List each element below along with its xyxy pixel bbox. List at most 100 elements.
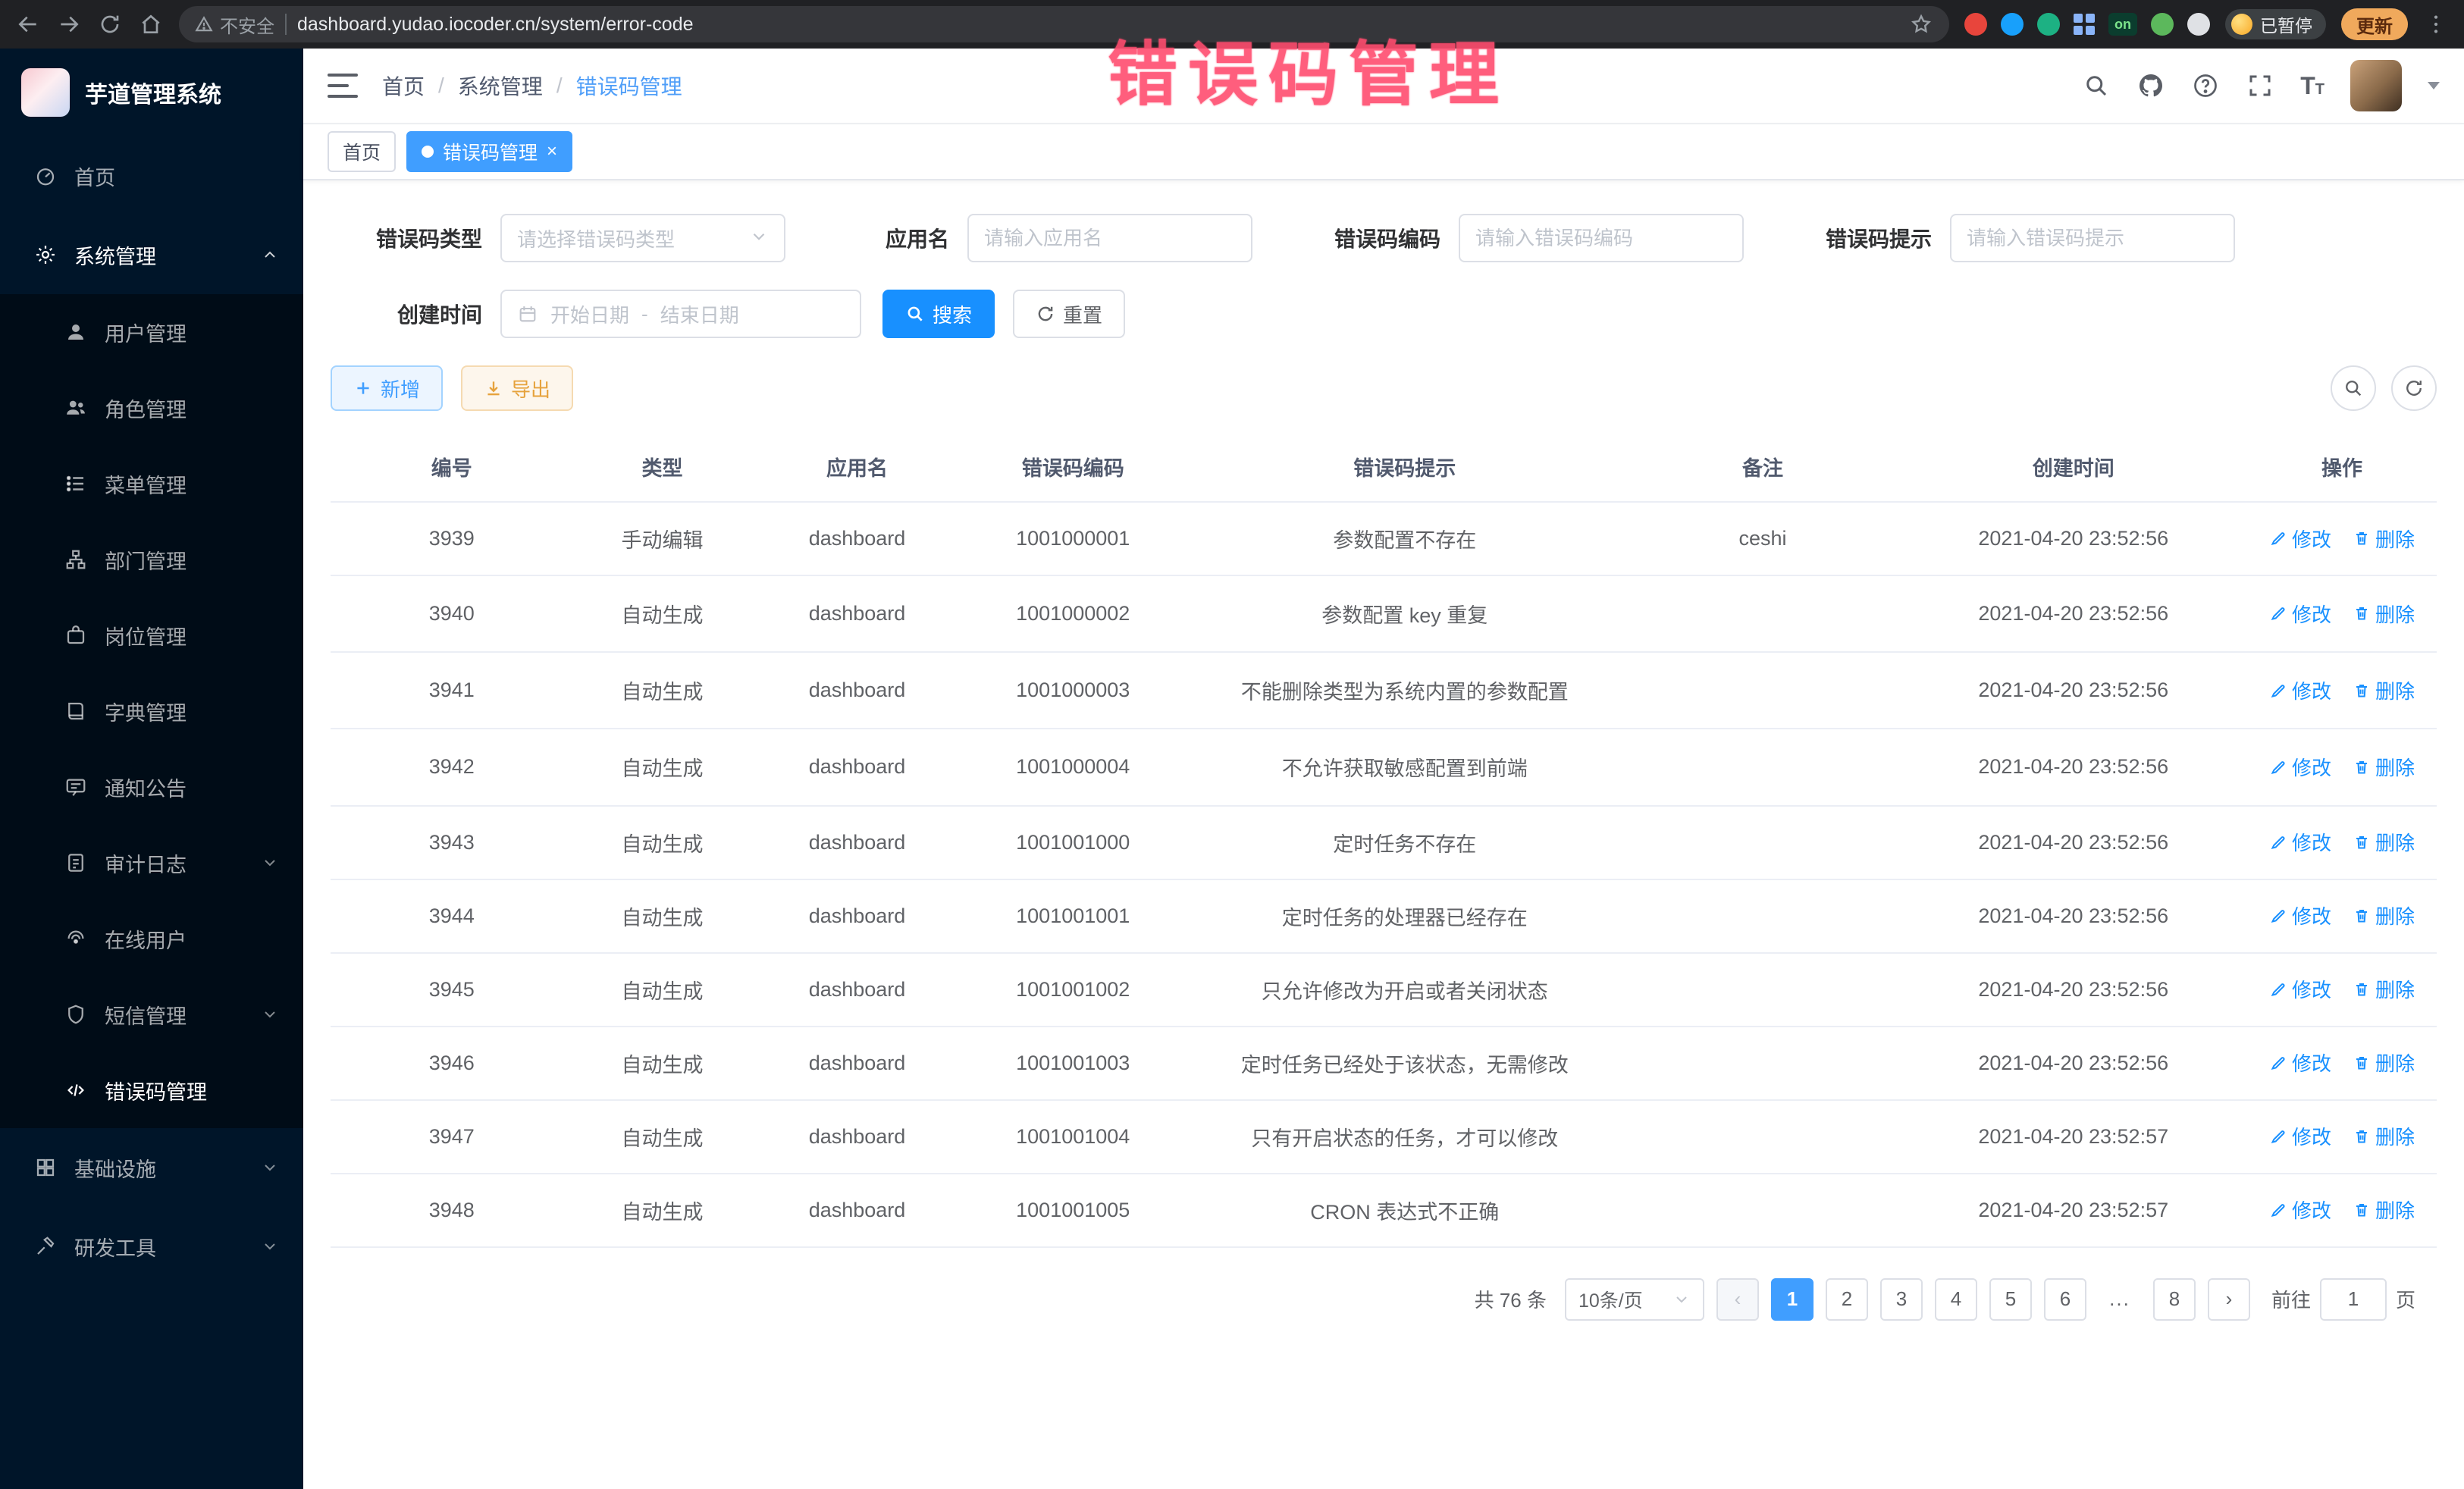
github-icon[interactable]	[2136, 71, 2165, 100]
app-name-input[interactable]	[967, 214, 1252, 262]
sidebar-item-notices[interactable]: 通知公告	[0, 749, 303, 825]
error-hint-input[interactable]	[1950, 214, 2235, 262]
fullscreen-icon[interactable]	[2246, 71, 2274, 100]
edit-link[interactable]: 修改	[2269, 1196, 2331, 1224]
back-icon[interactable]	[15, 11, 41, 37]
edit-link[interactable]: 修改	[2269, 975, 2331, 1003]
delete-link[interactable]: 删除	[2353, 1049, 2415, 1077]
extension-icon[interactable]	[2187, 13, 2210, 36]
error-code-input[interactable]	[1459, 214, 1744, 262]
delete-link[interactable]: 删除	[2353, 901, 2415, 929]
reset-button[interactable]: 重置	[1013, 290, 1125, 338]
page-button-8[interactable]: 8	[2153, 1278, 2196, 1321]
edit-link[interactable]: 修改	[2269, 828, 2331, 856]
search-icon[interactable]	[2082, 71, 2111, 100]
sidebar-collapse-icon[interactable]	[328, 74, 358, 98]
forward-icon[interactable]	[56, 11, 82, 37]
trash-icon	[2353, 907, 2371, 925]
font-size-icon[interactable]: TT	[2300, 72, 2324, 100]
error-type-select[interactable]: 请选择错误码类型	[500, 214, 785, 262]
edit-link[interactable]: 修改	[2269, 1122, 2331, 1150]
bookmark-star-icon[interactable]	[1908, 11, 1934, 37]
refresh-table-button[interactable]	[2391, 365, 2437, 411]
help-icon[interactable]	[2191, 71, 2220, 100]
edit-link[interactable]: 修改	[2269, 525, 2331, 553]
delete-link[interactable]: 删除	[2353, 753, 2415, 781]
delete-link[interactable]: 删除	[2353, 1122, 2415, 1150]
tab-home[interactable]: 首页	[328, 131, 396, 172]
extension-icon[interactable]	[2151, 13, 2174, 36]
search-button[interactable]: 搜索	[882, 290, 995, 338]
delete-link[interactable]: 删除	[2353, 525, 2415, 553]
page-button-6[interactable]: 6	[2044, 1278, 2086, 1321]
sidebar-item-menus[interactable]: 菜单管理	[0, 446, 303, 522]
cell-code: 1001001004	[1016, 1125, 1130, 1148]
prev-page-button[interactable]: ‹	[1716, 1278, 1759, 1321]
edit-link[interactable]: 修改	[2269, 901, 2331, 929]
page-button-4[interactable]: 4	[1935, 1278, 1977, 1321]
sidebar-item-sms[interactable]: 短信管理	[0, 976, 303, 1052]
more-pages-icon[interactable]: ...	[2099, 1278, 2141, 1321]
delete-link[interactable]: 删除	[2353, 975, 2415, 1003]
search-icon	[2343, 378, 2364, 399]
sidebar-item-audit-log[interactable]: 审计日志	[0, 825, 303, 901]
page-button-5[interactable]: 5	[1989, 1278, 2032, 1321]
sidebar-item-dictionary[interactable]: 字典管理	[0, 673, 303, 749]
sidebar-item-roles[interactable]: 角色管理	[0, 370, 303, 446]
sidebar-item-error-code[interactable]: 错误码管理	[0, 1052, 303, 1128]
logo[interactable]: 芋道管理系统	[0, 49, 303, 136]
goto-page-input[interactable]	[2320, 1278, 2387, 1321]
delete-link[interactable]: 删除	[2353, 676, 2415, 704]
edit-link[interactable]: 修改	[2269, 753, 2331, 781]
sidebar-item-infrastructure[interactable]: 基础设施	[0, 1128, 303, 1207]
sidebar-item-posts[interactable]: 岗位管理	[0, 597, 303, 673]
export-button[interactable]: 导出	[461, 365, 573, 411]
delete-link[interactable]: 删除	[2353, 1196, 2415, 1224]
extension-icon[interactable]	[2001, 13, 2024, 36]
sidebar-item-departments[interactable]: 部门管理	[0, 522, 303, 597]
breadcrumb-system[interactable]: 系统管理	[458, 71, 543, 101]
sidebar-item-system-management[interactable]: 系统管理	[0, 215, 303, 294]
paused-badge[interactable]: 已暂停	[2225, 9, 2326, 39]
avatar-caret-icon[interactable]	[2428, 82, 2440, 89]
edit-link[interactable]: 修改	[2269, 676, 2331, 704]
extension-icon[interactable]: on	[2108, 13, 2137, 36]
add-button[interactable]: 新增	[331, 365, 443, 411]
sidebar-item-dev-tools[interactable]: 研发工具	[0, 1207, 303, 1286]
delete-link[interactable]: 删除	[2353, 828, 2415, 856]
cell-code: 1001001002	[1016, 978, 1130, 1001]
toggle-search-button[interactable]	[2331, 365, 2376, 411]
edit-link[interactable]: 修改	[2269, 1049, 2331, 1077]
extension-icon[interactable]	[2074, 14, 2095, 35]
page-button-2[interactable]: 2	[1826, 1278, 1868, 1321]
update-button[interactable]: 更新	[2341, 8, 2408, 40]
grid-icon	[33, 1155, 58, 1180]
close-icon[interactable]: ×	[547, 143, 557, 161]
chevron-down-icon	[261, 1237, 279, 1255]
cell-app: dashboard	[809, 679, 906, 701]
home-icon[interactable]	[138, 11, 164, 37]
reload-icon[interactable]	[97, 11, 123, 37]
extension-icon[interactable]	[2037, 13, 2060, 36]
sidebar: 芋道管理系统 首页 系统管理 用户管理 角色管理	[0, 49, 303, 1489]
next-page-button[interactable]: ›	[2208, 1278, 2250, 1321]
col-code: 错误码编码	[962, 432, 1183, 502]
sidebar-item-home[interactable]: 首页	[0, 136, 303, 215]
edit-link[interactable]: 修改	[2269, 600, 2331, 628]
url-text[interactable]: dashboard.yudao.iocoder.cn/system/error-…	[297, 14, 1898, 36]
page-size-select[interactable]: 10条/页	[1565, 1278, 1704, 1321]
date-range-picker[interactable]: 开始日期 - 结束日期	[500, 290, 861, 338]
page-button-1[interactable]: 1	[1771, 1278, 1814, 1321]
sidebar-item-online-users[interactable]: 在线用户	[0, 901, 303, 976]
tab-error-code[interactable]: 错误码管理 ×	[406, 131, 572, 172]
delete-link[interactable]: 删除	[2353, 600, 2415, 628]
address-bar[interactable]: 不安全 dashboard.yudao.iocoder.cn/system/er…	[179, 6, 1949, 42]
breadcrumb-home[interactable]: 首页	[382, 71, 425, 101]
security-warning[interactable]: 不安全	[194, 11, 274, 38]
browser-menu-icon[interactable]	[2423, 11, 2449, 37]
page-button-3[interactable]: 3	[1880, 1278, 1923, 1321]
sidebar-item-users[interactable]: 用户管理	[0, 294, 303, 370]
extension-icon[interactable]	[1964, 13, 1987, 36]
avatar[interactable]	[2350, 60, 2402, 111]
pagination: 共 76 条 10条/页 ‹ 1 2 3 4 5 6 ... 8 ›	[331, 1248, 2437, 1321]
